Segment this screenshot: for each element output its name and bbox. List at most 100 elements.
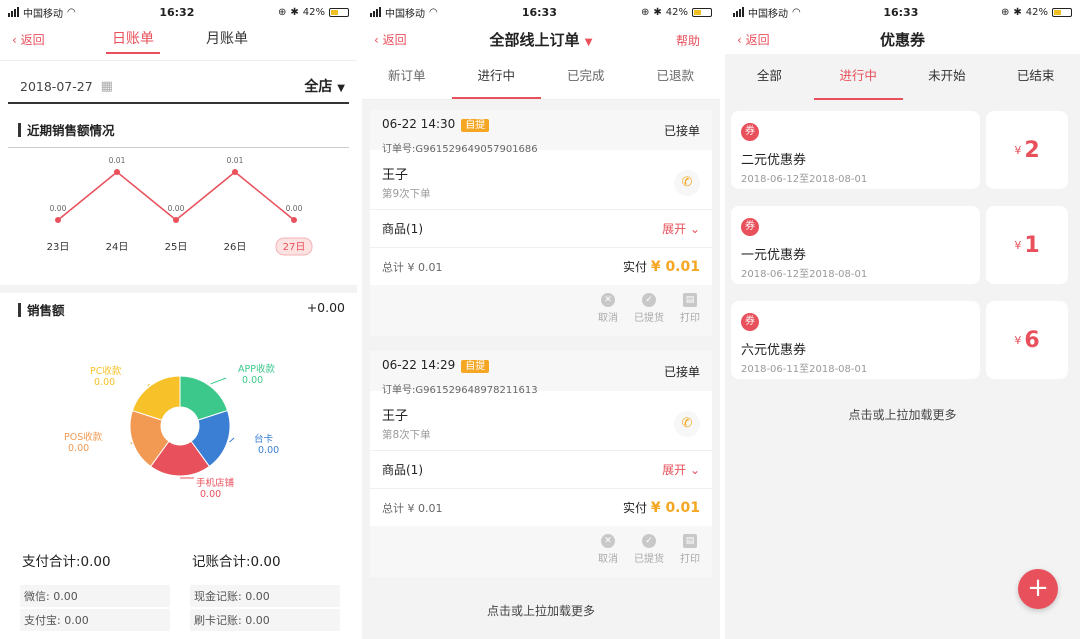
donut-leader-line: [130, 441, 133, 445]
pay-total: 支付合计:0.00: [22, 554, 111, 570]
coupon-info: 券 二元优惠券 2018-06-12至2018-08-01: [731, 111, 980, 189]
coupon-card[interactable]: 券 六元优惠券 2018-06-11至2018-08-01 ¥6: [731, 301, 1068, 379]
order-body: 王子 第9次下单 ✆ 商品(1) 展开 ⌄ 总计 ¥ 0.01 实付 ¥ 0.0…: [370, 150, 712, 285]
trend-title-text: 近期销售额情况: [27, 123, 115, 138]
order-total: 总计 ¥ 0.01: [382, 260, 443, 274]
status-bar: 中国移动 ◠ 16:33 ⊕ ✱ 42%: [725, 0, 1080, 24]
battery-label: 42%: [302, 6, 325, 18]
sales-title-text: 销售额: [27, 303, 65, 318]
back-label: 返回: [20, 33, 45, 47]
caret-down-icon: ▼: [337, 83, 345, 94]
signal-icon: [8, 7, 19, 17]
help-button[interactable]: 帮助: [676, 32, 700, 49]
trend-point: [173, 217, 179, 223]
tab-new-orders[interactable]: 新订单: [362, 54, 452, 99]
back-button[interactable]: ‹ 返回: [737, 31, 770, 48]
donut-value-label: 0.00: [200, 489, 221, 500]
sales-card: 销售额 +0.00: [8, 296, 349, 319]
sales-donut-chart: APP收款0.00台卡0.00手机店铺0.00POS收款0.00PC收款0.00: [64, 363, 279, 500]
signal-icon: [733, 7, 744, 17]
battery-icon: [691, 7, 712, 17]
phone-icon[interactable]: ✆: [674, 410, 700, 437]
donut-leader-line: [210, 377, 227, 385]
tab-daily[interactable]: 日账单: [106, 24, 160, 54]
bluetooth-icon: ✱: [1013, 6, 1022, 18]
trend-point: [55, 217, 61, 223]
trend-day-label[interactable]: 27日: [283, 242, 306, 253]
tab-monthly[interactable]: 月账单: [200, 24, 254, 54]
sales-value: +0.00: [306, 300, 345, 315]
order-visits: 第9次下单: [382, 188, 431, 200]
store-selector[interactable]: 全店 ▼: [304, 76, 349, 96]
trend-day-label[interactable]: 26日: [224, 242, 247, 253]
chevron-down-icon: ⌄: [689, 222, 700, 236]
coupon-card[interactable]: 券 二元优惠券 2018-06-12至2018-08-01 ¥2: [731, 111, 1068, 189]
coupon-name: 一元优惠券: [741, 248, 807, 263]
check-icon: ✓: [642, 534, 656, 548]
trend-day-label[interactable]: 24日: [106, 242, 129, 253]
tab-not-started[interactable]: 未开始: [903, 54, 992, 100]
donut-label: POS收款: [64, 431, 103, 443]
tab-ended[interactable]: 已结束: [991, 54, 1080, 100]
coupon-currency: ¥: [1014, 333, 1022, 347]
expand-button[interactable]: 展开 ⌄: [662, 461, 700, 478]
account-total: 记账合计:0.00: [192, 554, 281, 570]
trend-day-label[interactable]: 23日: [47, 242, 70, 253]
paid-amount-row: 实付 ¥ 0.01: [623, 499, 700, 516]
cancel-button[interactable]: ✕ 取消: [598, 534, 618, 565]
close-icon: ✕: [601, 293, 615, 307]
tab-in-progress[interactable]: 进行中: [451, 54, 541, 99]
picked-up-button[interactable]: ✓ 已提货: [634, 293, 664, 324]
coupon-amount: ¥1: [986, 206, 1068, 284]
back-button[interactable]: ‹ 返回: [12, 31, 45, 48]
tab-active[interactable]: 进行中: [813, 54, 903, 100]
coupon-info: 券 六元优惠券 2018-06-11至2018-08-01: [731, 301, 980, 379]
online-orders-screen: 中国移动 ◠ 16:33 ⊕ ✱ 42% ‹ 返回 全部线上订单 ▼ 帮助 新订…: [362, 0, 720, 639]
order-status: 已接单: [663, 124, 700, 138]
load-more-button[interactable]: 点击或上拉加载更多: [725, 406, 1080, 423]
phone-icon[interactable]: ✆: [674, 169, 700, 196]
order-card[interactable]: 06-22 14:30 自提 已接单 订单号:G96152964905790168…: [370, 110, 712, 336]
back-button[interactable]: ‹ 返回: [374, 31, 407, 48]
print-button[interactable]: ▤ 打印: [680, 534, 700, 565]
battery-icon: [328, 7, 349, 17]
coupon-period: 2018-06-12至2018-08-01: [741, 174, 868, 185]
cancel-button[interactable]: ✕ 取消: [598, 293, 618, 324]
tab-all[interactable]: 全部: [725, 54, 814, 100]
wifi-icon: ◠: [792, 6, 801, 18]
order-filter-dropdown[interactable]: 全部线上订单 ▼: [490, 29, 593, 50]
sales-title: 销售额: [18, 300, 65, 319]
add-coupon-button[interactable]: +: [1018, 569, 1058, 609]
print-button[interactable]: ▤ 打印: [680, 293, 700, 324]
plus-icon: +: [1027, 573, 1049, 603]
chevron-left-icon: ‹: [374, 33, 379, 47]
picked-up-button[interactable]: ✓ 已提货: [634, 534, 664, 565]
date-picker[interactable]: 2018-07-27 ▦: [8, 79, 113, 94]
trend-day-label[interactable]: 25日: [165, 242, 188, 253]
expand-button[interactable]: 展开 ⌄: [662, 220, 700, 237]
coupon-period: 2018-06-11至2018-08-01: [741, 364, 868, 375]
date-value: 2018-07-27: [20, 78, 93, 94]
trend-value-label: 0.00: [50, 204, 67, 213]
trend-point: [114, 169, 120, 175]
navbar: ‹ 返回 全部线上订单 ▼ 帮助: [362, 24, 720, 54]
order-datetime: 06-22 14:29: [382, 358, 456, 372]
coupon-period: 2018-06-12至2018-08-01: [741, 269, 868, 280]
coupons-screen: 中国移动 ◠ 16:33 ⊕ ✱ 42% ‹ 返回 优惠券 全部 进行中 未开始…: [725, 0, 1080, 639]
trend-value-label: 0.00: [168, 204, 185, 213]
donut-label: 台卡: [254, 433, 274, 445]
expand-label: 展开: [662, 222, 687, 236]
coupon-currency: ¥: [1014, 238, 1022, 252]
order-body: 王子 第8次下单 ✆ 商品(1) 展开 ⌄ 总计 ¥ 0.01 实付 ¥ 0.0…: [370, 391, 712, 526]
donut-label: PC收款: [90, 365, 122, 377]
wifi-icon: ◠: [429, 6, 438, 18]
tab-completed[interactable]: 已完成: [541, 54, 631, 99]
tab-refunded[interactable]: 已退款: [631, 54, 721, 99]
coupon-value: 2: [1024, 137, 1040, 163]
order-card[interactable]: 06-22 14:29 自提 已接单 订单号:G96152964897821161…: [370, 351, 712, 577]
coupon-card[interactable]: 券 一元优惠券 2018-06-12至2018-08-01 ¥1: [731, 206, 1068, 284]
coupon-value: 6: [1024, 327, 1040, 353]
battery-icon: [1051, 7, 1072, 17]
load-more-button[interactable]: 点击或上拉加载更多: [362, 602, 720, 619]
order-header: 06-22 14:30 自提 已接单 订单号:G96152964905790168…: [370, 110, 712, 155]
